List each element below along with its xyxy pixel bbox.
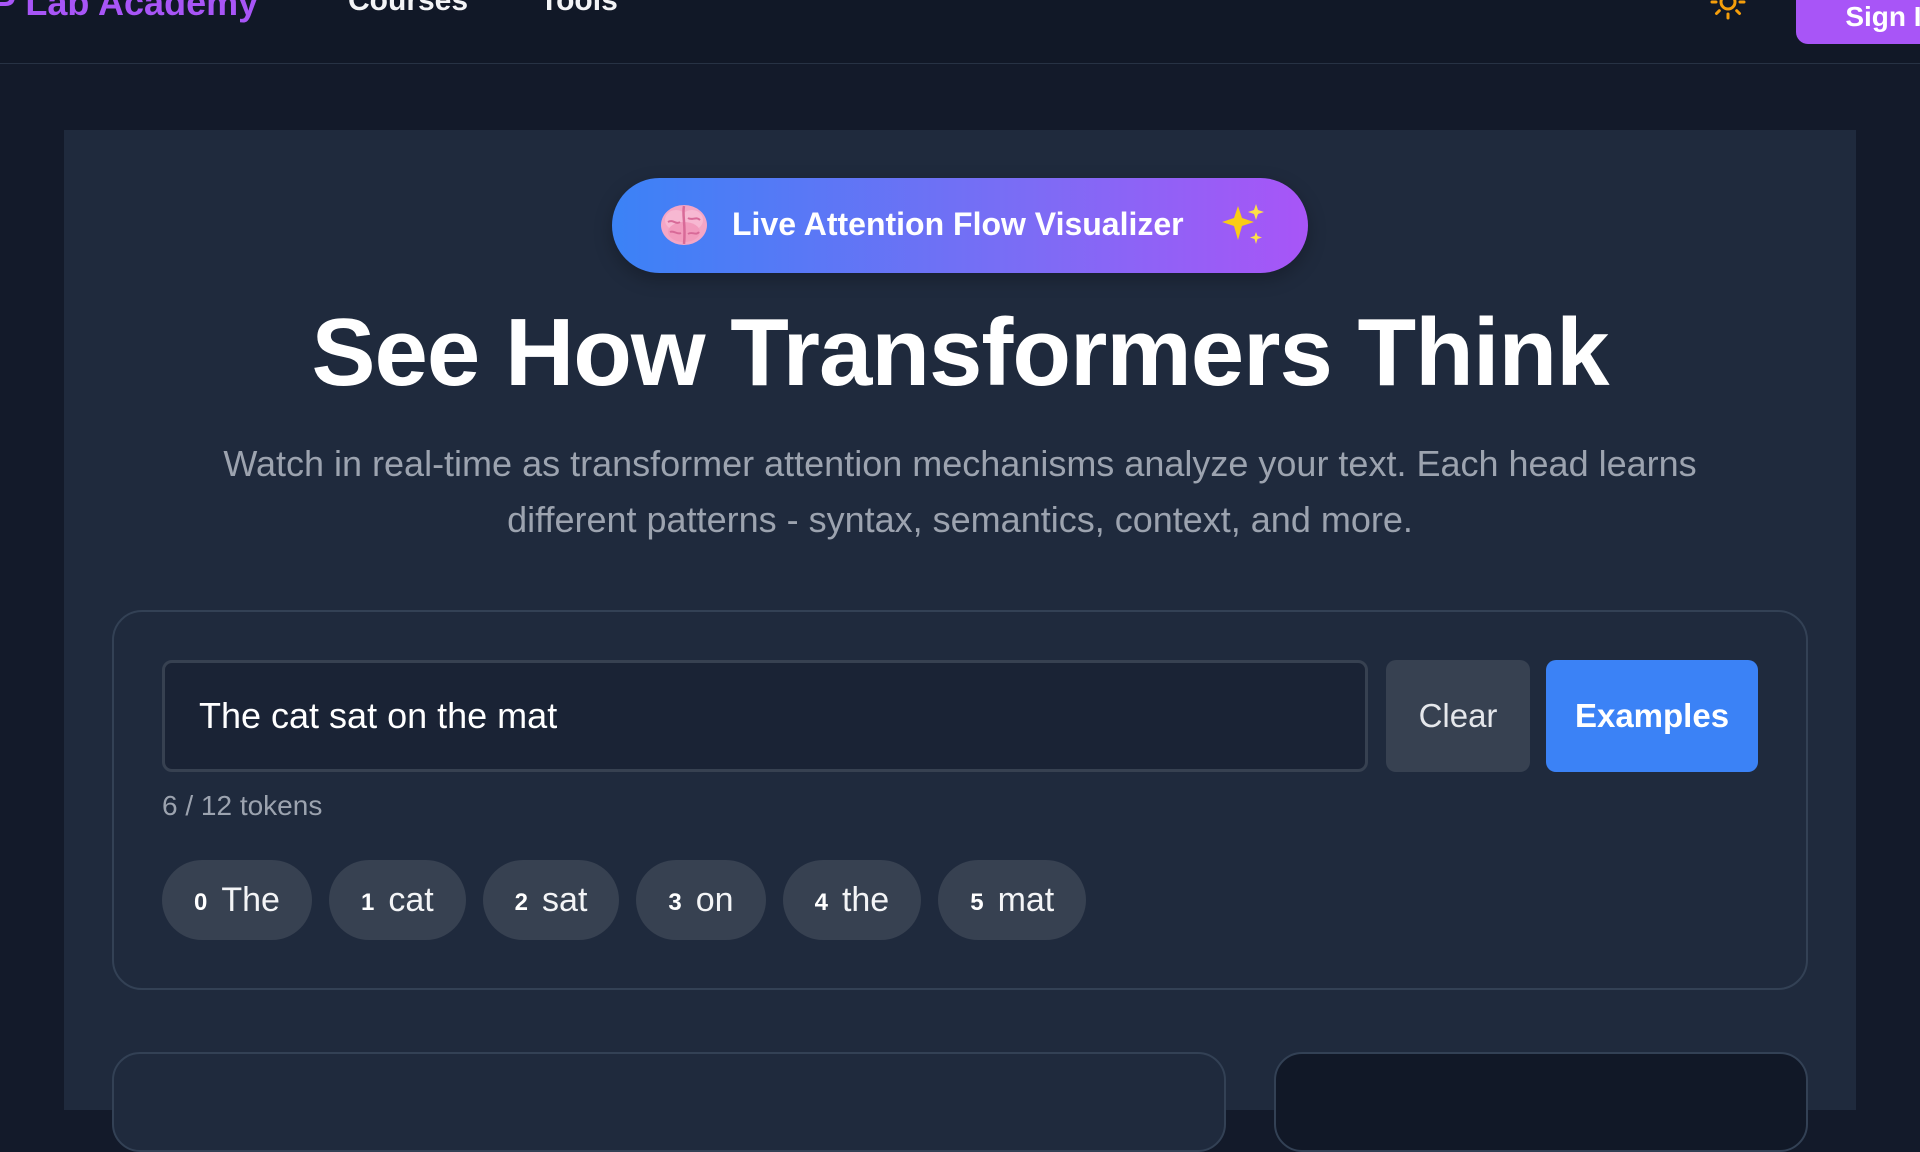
token-count: 6 / 12 tokens bbox=[162, 790, 323, 821]
token-text: The bbox=[221, 880, 280, 919]
hero-subtitle: Watch in real-time as transformer attent… bbox=[223, 443, 1697, 540]
clear-button[interactable]: Clear bbox=[1386, 660, 1530, 772]
badge-label: Live Attention Flow Visualizer bbox=[732, 206, 1184, 242]
token-chip[interactable]: 1 cat bbox=[328, 860, 466, 940]
token-text: mat bbox=[997, 880, 1055, 919]
token-index: 4 bbox=[814, 889, 828, 916]
brand-logo-link[interactable]: P Lab Academy bbox=[0, 0, 258, 24]
side-panel-card bbox=[1274, 1052, 1808, 1152]
sign-in-button[interactable]: Sign In bbox=[1796, 0, 1920, 44]
token-text: on bbox=[695, 880, 734, 919]
nav-link-tools[interactable]: Tools bbox=[540, 0, 618, 18]
token-chip[interactable]: 2 sat bbox=[482, 860, 620, 940]
token-index: 2 bbox=[514, 889, 529, 916]
token-chip[interactable]: 4 the bbox=[782, 860, 922, 940]
theme-toggle-button[interactable] bbox=[1708, 0, 1748, 20]
nav-link-courses[interactable]: Courses bbox=[348, 0, 468, 18]
token-index: 0 bbox=[194, 889, 208, 916]
token-index: 5 bbox=[970, 889, 984, 916]
token-index: 1 bbox=[360, 889, 375, 916]
examples-button[interactable]: Examples bbox=[1546, 660, 1758, 772]
top-navbar: P Lab Academy Courses Tools Sign In bbox=[0, 0, 1920, 64]
token-chip[interactable]: 3 on bbox=[636, 860, 766, 940]
sun-icon bbox=[1710, 0, 1746, 23]
brain-icon bbox=[658, 200, 710, 250]
hero-badge: Live Attention Flow Visualizer bbox=[612, 178, 1308, 273]
token-text: sat bbox=[542, 880, 588, 919]
token-index: 3 bbox=[668, 889, 682, 916]
visualization-card bbox=[112, 1052, 1226, 1152]
sparkles-icon bbox=[1218, 200, 1266, 248]
token-list: 0 The 1 cat 2 sat 3 on 4 the 5 mat bbox=[162, 860, 1087, 940]
token-chip[interactable]: 5 mat bbox=[938, 860, 1087, 940]
token-chip[interactable]: 0 The bbox=[162, 860, 312, 940]
token-text: the bbox=[841, 880, 890, 919]
token-text: cat bbox=[388, 880, 434, 919]
page-title: See How Transformers Think bbox=[311, 299, 1609, 406]
text-input-field[interactable] bbox=[162, 660, 1368, 772]
